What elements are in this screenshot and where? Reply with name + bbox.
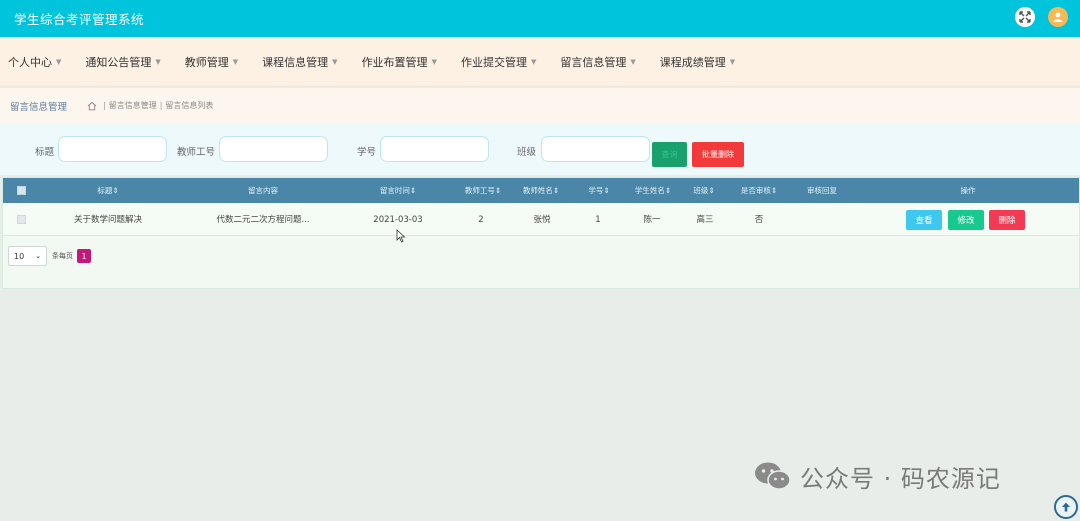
nav-item-homework-assign[interactable]: 作业布置管理 ▼ — [362, 54, 437, 70]
batch-delete-button[interactable]: 批量删除 — [692, 142, 744, 167]
edit-button[interactable]: 修改 — [948, 210, 984, 230]
page-size-select[interactable]: 10 ⌄ — [8, 246, 47, 266]
cell-student-name: 陈一 — [643, 215, 661, 225]
view-button[interactable]: 查看 — [906, 210, 942, 230]
col-title[interactable]: 标题⇕ — [78, 178, 138, 203]
cell-class: 高三 — [696, 215, 714, 225]
chevron-down-icon: ▼ — [729, 57, 736, 66]
cell-title: 关于数学问题解决 — [73, 215, 142, 225]
chevron-down-icon: ▼ — [56, 57, 62, 66]
col-student-name[interactable]: 学生姓名⇕ — [625, 178, 681, 203]
nav-item-personal-center[interactable]: 个人中心 ▼ — [8, 54, 61, 70]
cell-content: 代数二元二次方程问题... — [216, 215, 310, 225]
nav-item-notice[interactable]: 通知公告管理 ▼ — [85, 54, 160, 70]
col-student-no[interactable]: 学号⇕ — [581, 178, 617, 203]
row-checkbox[interactable] — [17, 215, 26, 224]
col-actions: 操作 — [960, 186, 976, 195]
search-panel: 标题 教师工号 学号 班级 — [0, 123, 1080, 175]
table-row: 关于数学问题解决 代数二元二次方程问题... 2021-03-03 2 张悦 1… — [3, 204, 1079, 236]
top-header: 学生综合考评管理系统 — [0, 0, 1080, 37]
chevron-down-icon: ▼ — [630, 57, 636, 66]
table-header: 标题⇕ 留言内容 留言时间⇕ 教师工号⇕ 教师姓名⇕ 学号⇕ 学生姓名⇕ 班级⇕… — [3, 178, 1079, 203]
user-avatar-icon[interactable] — [1048, 7, 1068, 27]
nav-item-teacher[interactable]: 教师管理 ▼ — [185, 54, 238, 70]
search-button[interactable]: 查询 — [652, 142, 687, 167]
main-nav: 个人中心 ▼ 通知公告管理 ▼ 教师管理 ▼ 课程信息管理 ▼ 作业布置管理 ▼ 作业提交… — [0, 37, 1080, 87]
col-time[interactable]: 留言时间⇕ — [368, 178, 428, 203]
chevron-down-icon: ▼ — [155, 57, 161, 66]
nav-item-homework-submit[interactable]: 作业提交管理 ▼ — [461, 54, 536, 70]
col-reviewed[interactable]: 是否审核⇕ — [731, 178, 787, 203]
breadcrumb-item[interactable]: 留言信息管理 — [109, 100, 157, 111]
chevron-down-icon: ▼ — [232, 57, 239, 66]
cell-reply — [797, 204, 847, 236]
breadcrumb-item: 留言信息列表 — [165, 101, 214, 110]
page-number-button[interactable]: 1 — [77, 249, 91, 263]
wechat-icon — [755, 462, 791, 490]
col-teacher-name[interactable]: 教师姓名⇕ — [511, 178, 571, 203]
col-content: 留言内容 — [248, 186, 278, 195]
breadcrumb: 留言信息管理 | 留言信息管理 | 留言信息列表 — [0, 88, 1080, 123]
mouse-cursor-icon — [396, 229, 406, 243]
chevron-down-icon: ⌄ — [35, 252, 41, 260]
watermark: 公众号 · 码农源记 — [754, 459, 1001, 494]
chevron-down-icon: ▼ — [431, 57, 437, 66]
back-to-top-button[interactable] — [1054, 495, 1078, 519]
class-label: 班级 — [517, 147, 537, 158]
chevron-down-icon: ▼ — [332, 57, 338, 66]
student-no-label: 学号 — [357, 147, 377, 158]
col-class[interactable]: 班级⇕ — [687, 178, 721, 203]
cell-reviewed: 否 — [754, 215, 764, 225]
home-icon[interactable] — [87, 101, 97, 111]
message-table: 标题⇕ 留言内容 留言时间⇕ 教师工号⇕ 教师姓名⇕ 学号⇕ 学生姓名⇕ 班级⇕… — [2, 177, 1080, 289]
teacher-no-label: 教师工号 — [177, 147, 216, 158]
module-title: 留言信息管理 — [10, 101, 68, 113]
per-page-label: 条每页 — [52, 252, 73, 260]
title-input[interactable] — [58, 136, 167, 162]
col-teacher-no[interactable]: 教师工号⇕ — [455, 178, 511, 203]
chevron-down-icon: ▼ — [530, 57, 537, 66]
delete-button[interactable]: 删除 — [989, 210, 1025, 230]
nav-item-course-info[interactable]: 课程信息管理 ▼ — [262, 54, 337, 70]
nav-item-course-grade[interactable]: 课程成绩管理 ▼ — [660, 54, 735, 70]
cell-teacher-name: 张悦 — [533, 215, 551, 225]
title-label: 标题 — [35, 147, 55, 158]
nav-item-message[interactable]: 留言信息管理 ▼ — [560, 54, 635, 70]
arrow-up-icon — [1062, 502, 1070, 512]
app-title: 学生综合考评管理系统 — [14, 12, 145, 27]
teacher-no-input[interactable] — [219, 136, 328, 162]
student-no-input[interactable] — [380, 136, 489, 162]
select-all-checkbox[interactable] — [17, 186, 26, 195]
col-reply: 审核回复 — [807, 186, 837, 195]
cell-teacher-no: 2 — [478, 215, 484, 225]
pagination: 10 ⌄ 条每页 1 — [8, 246, 91, 266]
class-input[interactable] — [541, 136, 650, 162]
cell-student-no: 1 — [595, 215, 601, 225]
fullscreen-icon[interactable] — [1015, 7, 1035, 27]
